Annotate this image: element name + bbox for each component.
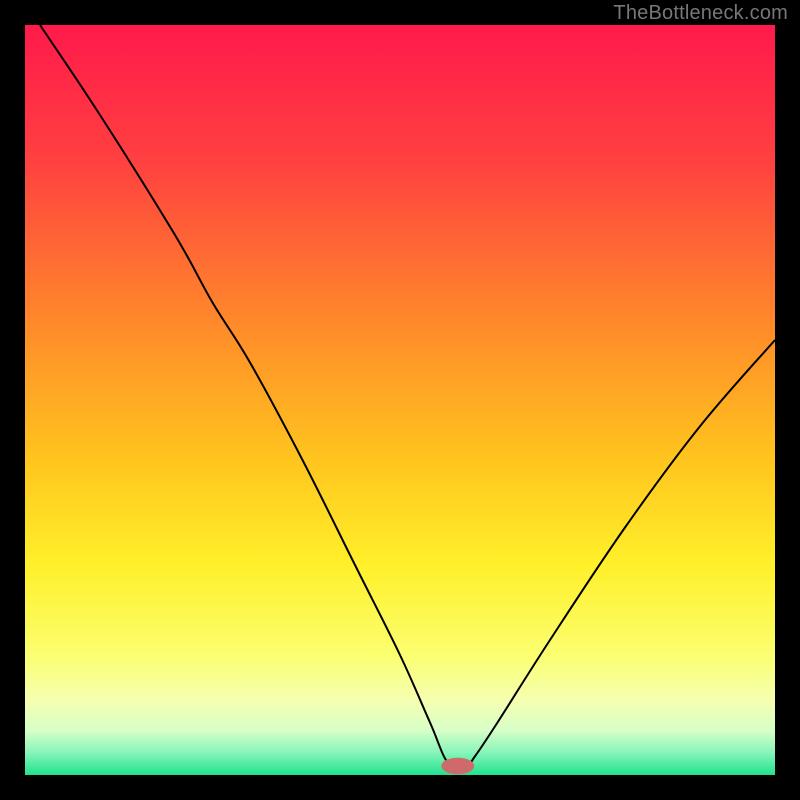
chart-frame: TheBottleneck.com	[0, 0, 800, 800]
plot-area	[25, 25, 775, 775]
gradient-background	[25, 25, 775, 775]
chart-svg	[25, 25, 775, 775]
optimum-marker	[441, 758, 474, 774]
watermark-text: TheBottleneck.com	[613, 2, 788, 25]
